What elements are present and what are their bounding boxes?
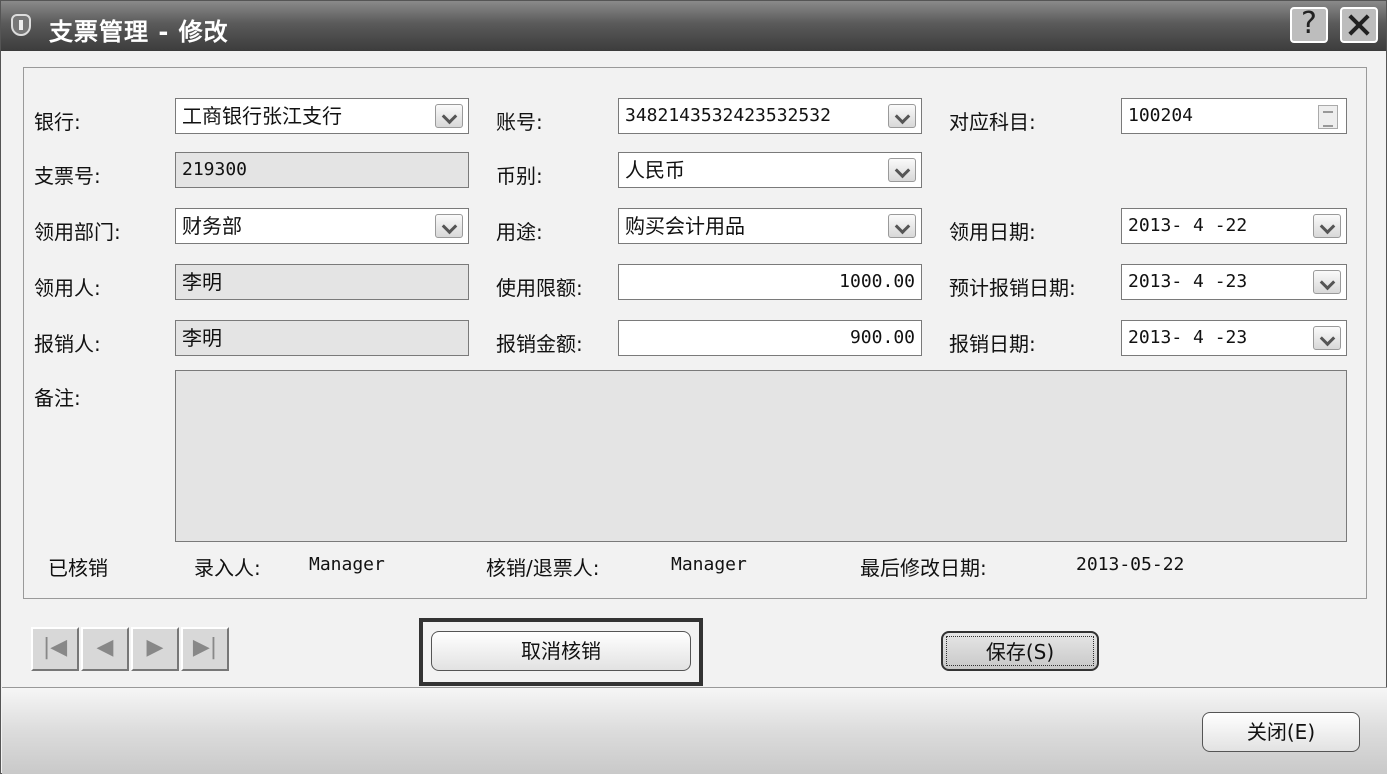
expected-date-label: 预计报销日期: (949, 276, 1076, 300)
save-button[interactable]: 保存(S) (941, 631, 1099, 671)
modified-date-value: 2013-05-22 (1076, 554, 1185, 575)
reimburse-date-label: 报销日期: (949, 332, 1036, 356)
reimburse-date-picker[interactable]: 2013- 4 -23 (1121, 320, 1347, 356)
cancelled-by-value: Manager (671, 554, 747, 575)
last-record-button[interactable]: ▶| (181, 627, 229, 671)
next-record-button[interactable]: ▶ (131, 627, 179, 671)
reimburser-label: 报销人: (34, 332, 101, 356)
receiver-label: 领用人: (34, 276, 101, 300)
bank-label: 银行: (34, 110, 81, 134)
chevron-down-icon[interactable] (888, 158, 916, 182)
modified-date-label: 最后修改日期: (860, 556, 987, 580)
department-value: 财务部 (182, 214, 242, 238)
chevron-down-icon[interactable] (435, 214, 463, 238)
purpose-value: 购买会计用品 (625, 214, 745, 238)
cheque-no-field: 219300 (175, 152, 469, 188)
bottom-bar: 关闭(E) (2, 687, 1387, 774)
remark-label: 备注: (34, 386, 81, 410)
amount-input[interactable]: 900.00 (618, 320, 922, 356)
cancelled-by-label: 核销/退票人: (486, 556, 600, 580)
writeoff-status: 已核销 (48, 556, 108, 580)
chevron-down-icon[interactable] (888, 214, 916, 238)
amount-label: 报销金额: (496, 332, 583, 356)
expected-date-picker[interactable]: 2013- 4 -23 (1121, 264, 1347, 300)
remark-textarea[interactable] (175, 370, 1347, 542)
app-icon (11, 14, 31, 36)
chevron-down-icon[interactable] (1313, 270, 1341, 294)
reimburse-date-value: 2013- 4 -23 (1128, 327, 1248, 348)
currency-select[interactable]: 人民币 (618, 152, 922, 188)
account-value: 3482143532423532532 (625, 105, 831, 126)
receiver-field: 李明 (175, 264, 469, 300)
lookup-icon[interactable] (1318, 105, 1338, 129)
cheque-form: 银行: 工商银行张江支行 账号: 3482143532423532532 对应科… (23, 67, 1367, 599)
entered-by-value: Manager (309, 554, 385, 575)
chevron-down-icon[interactable] (1313, 214, 1341, 238)
help-button[interactable]: ? (1290, 7, 1328, 43)
cheque-no-label: 支票号: (34, 164, 101, 188)
chevron-down-icon[interactable] (888, 104, 916, 128)
currency-label: 币别: (496, 164, 543, 188)
receive-date-value: 2013- 4 -22 (1128, 215, 1248, 236)
reimburser-field: 李明 (175, 320, 469, 356)
first-record-button[interactable]: |◀ (31, 627, 79, 671)
limit-label: 使用限额: (496, 276, 583, 300)
subject-label: 对应科目: (949, 110, 1036, 134)
cancel-writeoff-button[interactable]: 取消核销 (431, 631, 691, 671)
account-select[interactable]: 3482143532423532532 (618, 98, 922, 134)
title-bar: 支票管理 - 修改 ? (1, 1, 1386, 51)
department-label: 领用部门: (34, 220, 121, 244)
expected-date-value: 2013- 4 -23 (1128, 271, 1248, 292)
entered-by-label: 录入人: (194, 556, 261, 580)
chevron-down-icon[interactable] (1313, 326, 1341, 350)
receive-date-label: 领用日期: (949, 220, 1036, 244)
subject-field[interactable]: 100204 (1121, 98, 1347, 134)
close-icon[interactable] (1340, 7, 1378, 43)
chevron-down-icon[interactable] (435, 104, 463, 128)
window-title: 支票管理 - 修改 (49, 18, 229, 46)
department-select[interactable]: 财务部 (175, 208, 469, 244)
purpose-select[interactable]: 购买会计用品 (618, 208, 922, 244)
subject-value: 100204 (1128, 105, 1194, 126)
account-label: 账号: (496, 110, 543, 134)
receive-date-picker[interactable]: 2013- 4 -22 (1121, 208, 1347, 244)
close-button[interactable]: 关闭(E) (1202, 712, 1360, 752)
purpose-label: 用途: (496, 220, 543, 244)
focus-outline (946, 636, 1094, 666)
bank-value: 工商银行张江支行 (182, 104, 342, 128)
prev-record-button[interactable]: ◀ (81, 627, 129, 671)
currency-value: 人民币 (625, 158, 685, 182)
limit-input[interactable]: 1000.00 (618, 264, 922, 300)
bank-select[interactable]: 工商银行张江支行 (175, 98, 469, 134)
cheque-edit-window: 支票管理 - 修改 ? 银行: 工商银行张江支行 账号: 34821435324… (0, 0, 1387, 774)
